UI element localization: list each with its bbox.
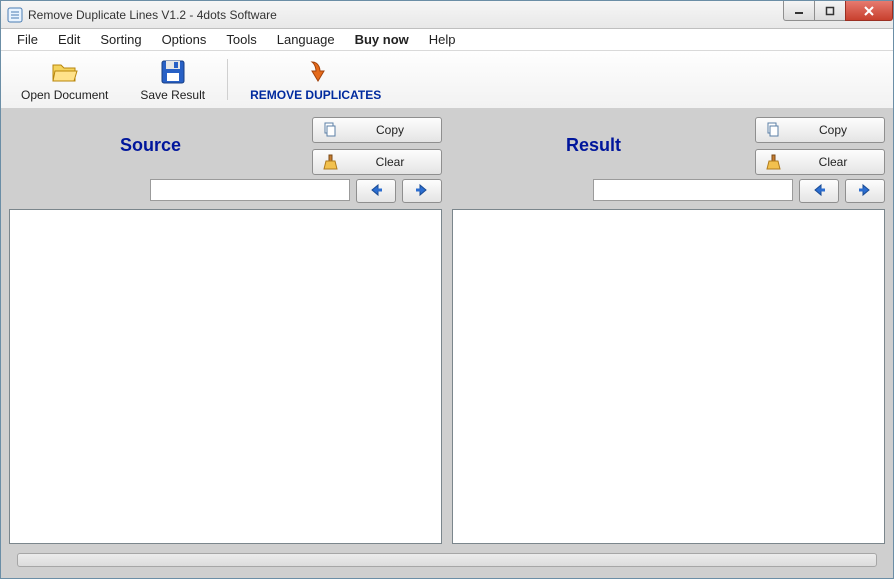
- menu-tools[interactable]: Tools: [216, 30, 266, 49]
- source-text-wrap: [9, 209, 442, 544]
- button-label: Copy: [790, 123, 876, 137]
- button-label: Copy: [347, 123, 433, 137]
- source-title: Source: [120, 135, 181, 156]
- result-prev-button[interactable]: [799, 179, 839, 203]
- broom-icon: [321, 153, 339, 171]
- broom-icon: [764, 153, 782, 171]
- result-button-stack: Copy Clear: [745, 117, 885, 175]
- minimize-button[interactable]: [783, 1, 815, 21]
- arrow-down-right-icon: [302, 57, 330, 86]
- toolbar-label: Open Document: [21, 88, 108, 102]
- toolbar: Open Document Save Result REMOVE DUPLICA…: [1, 51, 893, 109]
- save-result-button[interactable]: Save Result: [126, 55, 219, 104]
- menu-help[interactable]: Help: [419, 30, 466, 49]
- toolbar-label: Save Result: [140, 88, 205, 102]
- pane-title-wrap: Result: [452, 117, 735, 156]
- arrow-right-icon: [857, 183, 873, 200]
- titlebar: Remove Duplicate Lines V1.2 - 4dots Soft…: [1, 1, 893, 29]
- folder-open-icon: [50, 57, 80, 86]
- maximize-button[interactable]: [814, 1, 846, 21]
- floppy-save-icon: [159, 57, 187, 86]
- copy-icon: [764, 121, 782, 139]
- menu-edit[interactable]: Edit: [48, 30, 90, 49]
- menu-language[interactable]: Language: [267, 30, 345, 49]
- toolbar-separator: [227, 59, 228, 100]
- source-pane: Source Copy: [9, 117, 442, 544]
- menu-buy-now[interactable]: Buy now: [345, 30, 419, 49]
- result-search-input[interactable]: [593, 179, 793, 201]
- statusbar: [9, 550, 885, 570]
- menu-options[interactable]: Options: [152, 30, 217, 49]
- open-document-button[interactable]: Open Document: [7, 55, 122, 104]
- source-button-stack: Copy Clear: [302, 117, 442, 175]
- menu-sorting[interactable]: Sorting: [90, 30, 151, 49]
- window-controls: [784, 1, 893, 21]
- source-next-button[interactable]: [402, 179, 442, 203]
- result-next-button[interactable]: [845, 179, 885, 203]
- result-text-wrap: [452, 209, 885, 544]
- app-window: Remove Duplicate Lines V1.2 - 4dots Soft…: [0, 0, 894, 579]
- arrow-left-icon: [811, 183, 827, 200]
- close-button[interactable]: [845, 1, 893, 21]
- window-title: Remove Duplicate Lines V1.2 - 4dots Soft…: [28, 8, 277, 22]
- source-prev-button[interactable]: [356, 179, 396, 203]
- result-title: Result: [566, 135, 621, 156]
- result-search-row: [452, 179, 885, 209]
- source-search-row: [9, 179, 442, 209]
- source-copy-button[interactable]: Copy: [312, 117, 442, 143]
- button-label: Clear: [347, 155, 433, 169]
- result-clear-button[interactable]: Clear: [755, 149, 885, 175]
- source-textarea[interactable]: [10, 210, 441, 543]
- result-copy-button[interactable]: Copy: [755, 117, 885, 143]
- app-icon: [7, 7, 23, 23]
- remove-duplicates-button[interactable]: REMOVE DUPLICATES: [236, 55, 395, 104]
- main-area: Source Copy: [1, 109, 893, 578]
- panes-row: Source Copy: [9, 117, 885, 544]
- result-pane: Result Copy: [452, 117, 885, 544]
- copy-icon: [321, 121, 339, 139]
- source-search-input[interactable]: [150, 179, 350, 201]
- menu-file[interactable]: File: [7, 30, 48, 49]
- result-textarea[interactable]: [453, 210, 884, 543]
- source-clear-button[interactable]: Clear: [312, 149, 442, 175]
- status-inner: [17, 553, 877, 567]
- button-label: Clear: [790, 155, 876, 169]
- toolbar-label: REMOVE DUPLICATES: [250, 88, 381, 102]
- arrow-left-icon: [368, 183, 384, 200]
- result-pane-header: Result Copy: [452, 117, 885, 179]
- menubar: File Edit Sorting Options Tools Language…: [1, 29, 893, 51]
- arrow-right-icon: [414, 183, 430, 200]
- source-pane-header: Source Copy: [9, 117, 442, 179]
- pane-title-wrap: Source: [9, 117, 292, 156]
